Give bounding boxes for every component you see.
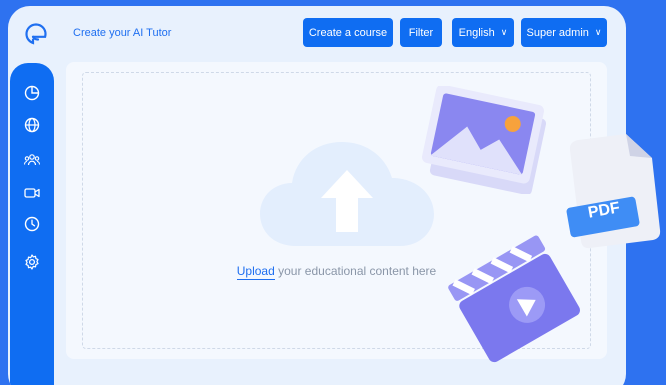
globe-icon[interactable] [23, 116, 41, 134]
filter-label: Filter [408, 26, 434, 39]
cloud-upload-icon [260, 142, 434, 246]
video-icon[interactable] [23, 184, 41, 202]
role-label: Super admin [526, 26, 589, 39]
language-select[interactable]: English ∨ [452, 18, 514, 47]
upload-hint: your educational content here [274, 264, 437, 278]
filter-button[interactable]: Filter [400, 18, 442, 47]
sidebar [10, 63, 54, 385]
clapperboard-icon [448, 235, 580, 363]
image-icon [422, 86, 547, 194]
upload-link[interactable]: Upload [236, 264, 275, 280]
settings-icon[interactable] [23, 253, 41, 271]
create-course-button[interactable]: Create a course [303, 18, 393, 47]
app-title: Create your AI Tutor [73, 27, 172, 39]
chevron-down-icon: ∨ [594, 27, 602, 37]
users-icon[interactable] [23, 151, 41, 169]
chevron-down-icon: ∨ [500, 27, 508, 37]
role-select[interactable]: Super admin ∨ [521, 18, 607, 47]
dashboard-icon[interactable] [23, 84, 41, 102]
top-bar: Create your AI Tutor Create a course Fil… [8, 6, 626, 62]
language-label: English [458, 26, 495, 39]
logo-icon[interactable] [24, 22, 48, 46]
clock-icon[interactable] [23, 215, 41, 233]
create-course-label: Create a course [308, 26, 388, 39]
